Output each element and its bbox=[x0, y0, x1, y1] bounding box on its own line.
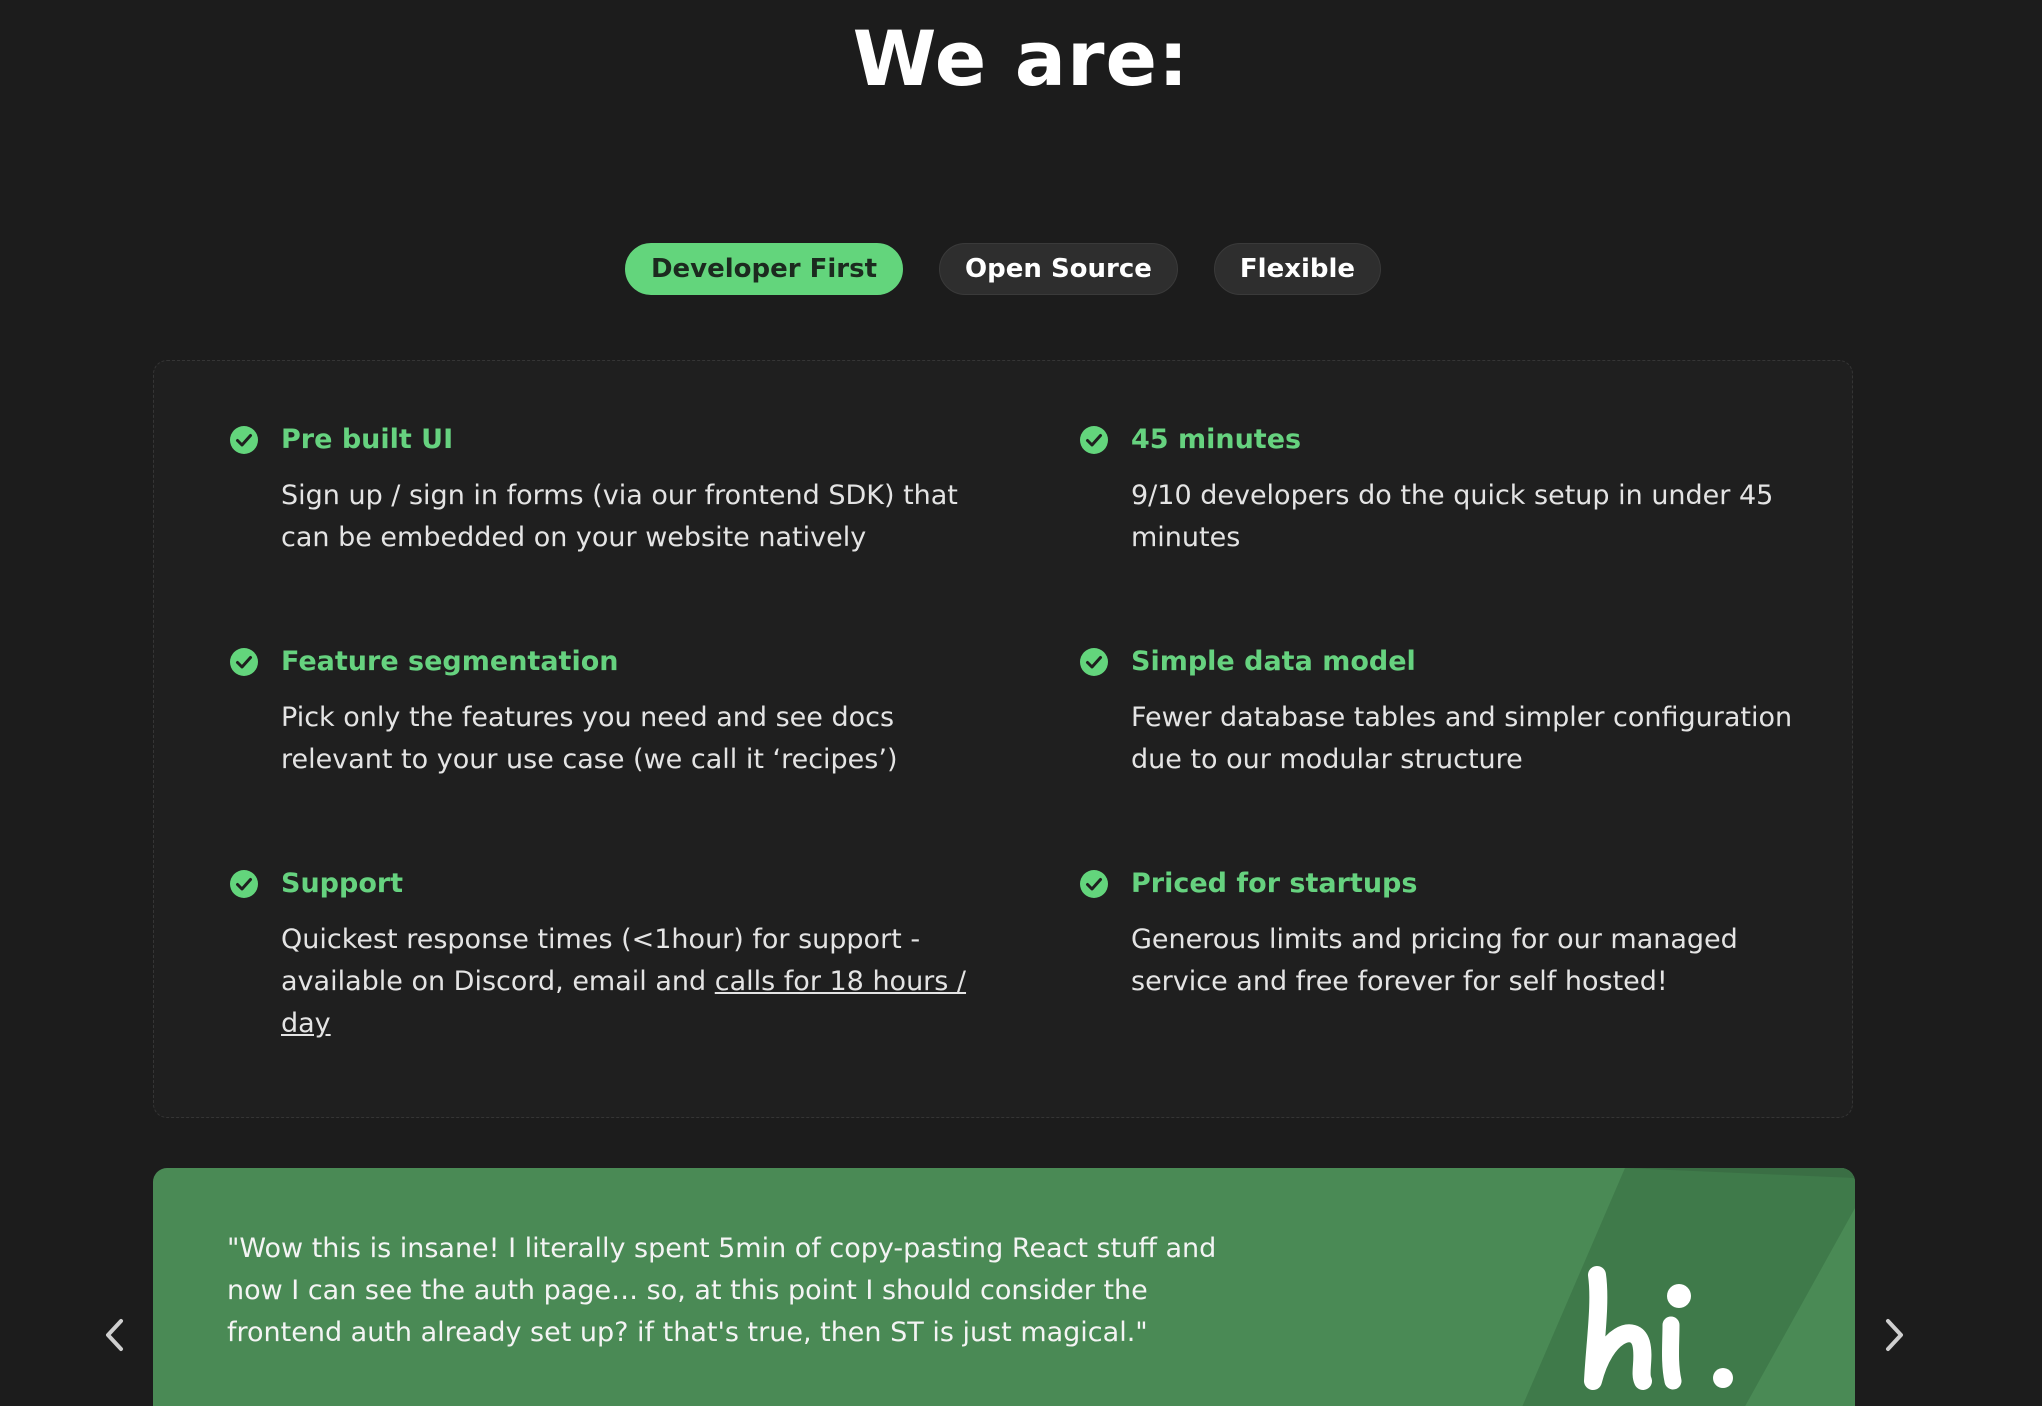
feature-title: Pre built UI bbox=[281, 424, 454, 455]
feature-45-minutes: 45 minutes 9/10 developers do the quick … bbox=[1080, 424, 1831, 559]
check-circle-icon bbox=[1080, 869, 1108, 898]
feature-description: 9/10 developers do the quick setup in un… bbox=[1131, 480, 1774, 553]
feature-title: Priced for startups bbox=[1131, 868, 1418, 899]
feature-description: Generous limits and pricing for our mana… bbox=[1131, 924, 1738, 997]
feature-segmentation: Feature segmentation Pick only the featu… bbox=[230, 646, 981, 781]
feature-priced-for-startups: Priced for startups Generous limits and … bbox=[1080, 868, 1831, 1003]
check-circle-icon bbox=[230, 869, 258, 898]
feature-description: Sign up / sign in forms (via our fronten… bbox=[281, 480, 958, 553]
chevron-right-icon bbox=[1886, 1319, 1903, 1351]
chevron-left-icon bbox=[106, 1319, 123, 1351]
feature-description: Pick only the features you need and see … bbox=[281, 702, 898, 775]
feature-pre-built-ui: Pre built UI Sign up / sign in forms (vi… bbox=[230, 424, 981, 559]
feature-header: 45 minutes bbox=[1079, 424, 1831, 455]
feature-title: Feature segmentation bbox=[281, 646, 619, 677]
check-circle-icon bbox=[230, 425, 258, 454]
tab-flexible[interactable]: Flexible bbox=[1213, 243, 1382, 295]
tab-developer-first[interactable]: Developer First bbox=[624, 243, 904, 295]
features-panel: Pre built UI Sign up / sign in forms (vi… bbox=[153, 360, 1853, 1118]
feature-header: Pre built UI bbox=[229, 424, 981, 455]
feature-title: Simple data model bbox=[1131, 646, 1416, 677]
feature-description: Fewer database tables and simpler config… bbox=[1131, 702, 1793, 775]
check-circle-icon bbox=[1080, 425, 1108, 454]
feature-description: Quickest response times (<1hour) for sup… bbox=[281, 919, 981, 1045]
check-circle-icon bbox=[230, 647, 258, 676]
hi-logo bbox=[1584, 1266, 1733, 1390]
feature-header: Feature segmentation bbox=[229, 646, 981, 677]
testimonial-card: "Wow this is insane! I literally spent 5… bbox=[153, 1168, 1855, 1406]
feature-header: Support bbox=[229, 868, 981, 899]
testimonial-quote: "Wow this is insane! I literally spent 5… bbox=[227, 1233, 1217, 1348]
page-title: We are: bbox=[852, 14, 1190, 103]
feature-simple-data-model: Simple data model Fewer database tables … bbox=[1080, 646, 1831, 781]
tab-list: Developer First Open Source Flexible bbox=[0, 243, 2006, 295]
feature-header: Priced for startups bbox=[1079, 868, 1831, 899]
page: We are: Developer First Open Source Flex… bbox=[0, 0, 2042, 1406]
check-circle-icon bbox=[1080, 647, 1108, 676]
tab-open-source[interactable]: Open Source bbox=[939, 243, 1178, 295]
feature-title: 45 minutes bbox=[1131, 424, 1302, 455]
feature-title: Support bbox=[281, 868, 404, 899]
feature-support: Support Quickest response times (<1hour)… bbox=[230, 868, 981, 1045]
carousel-prev-button[interactable] bbox=[95, 1313, 135, 1357]
feature-header: Simple data model bbox=[1079, 646, 1831, 677]
carousel-next-button[interactable] bbox=[1874, 1313, 1914, 1357]
